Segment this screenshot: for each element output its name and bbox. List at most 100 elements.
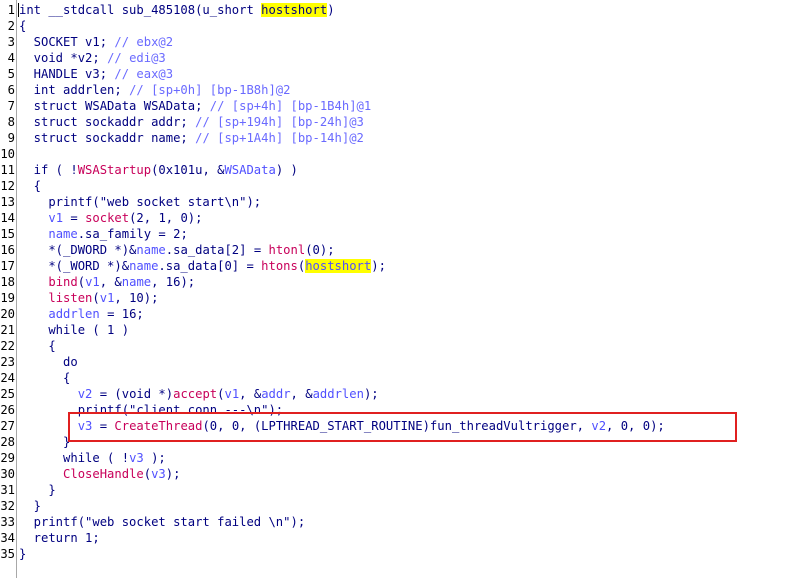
code-line-33[interactable]: 33 printf("web socket start failed \n"); <box>0 514 785 530</box>
line-code: addrlen = 16; <box>19 306 144 322</box>
code-line-35[interactable]: 35} <box>0 546 785 562</box>
code-line-31[interactable]: 31 } <box>0 482 785 498</box>
punct: , & <box>290 387 313 401</box>
code-line-26[interactable]: 26 printf("client conn ---\n"); <box>0 402 785 418</box>
keyword: do <box>19 355 78 369</box>
line-number: 32 <box>0 499 15 513</box>
code-line-4[interactable]: 4 void *v2; // edi@3 <box>0 50 785 66</box>
punct: ); <box>165 467 181 481</box>
variable[interactable]: v3 <box>151 467 166 481</box>
code-line-29[interactable]: 29 while ( !v3 ); <box>0 450 785 466</box>
variable[interactable]: name <box>136 243 165 257</box>
line-code: v2 = (void *)accept(v1, &addr, &addrlen)… <box>19 386 379 402</box>
function-call[interactable]: htonl <box>269 243 306 257</box>
variable[interactable]: WSAData <box>224 163 275 177</box>
function-call[interactable]: socket <box>85 211 129 225</box>
code-line-8[interactable]: 8 struct sockaddr addr; // [sp+194h] [bp… <box>0 114 785 130</box>
function-call[interactable]: accept <box>173 387 217 401</box>
code-line-10[interactable]: 10 <box>0 146 785 162</box>
code-line-2[interactable]: 2{ <box>0 18 785 34</box>
code-line-27[interactable]: 27 v3 = CreateThread(0, 0, (LPTHREAD_STA… <box>0 418 785 434</box>
code-line-12[interactable]: 12 { <box>0 178 785 194</box>
function-call[interactable]: listen <box>48 291 92 305</box>
variable[interactable]: v3 <box>78 419 93 433</box>
line-number: 29 <box>0 451 15 465</box>
comment: // [sp+0h] [bp-1B8h]@2 <box>129 83 291 97</box>
code-line-13[interactable]: 13 printf("web socket start\n"); <box>0 194 785 210</box>
variable[interactable]: v1 <box>85 275 100 289</box>
code-line-21[interactable]: 21 while ( 1 ) <box>0 322 785 338</box>
comment: // [sp+4h] [bp-1B4h]@1 <box>209 99 372 113</box>
brace: } <box>19 499 42 513</box>
code-line-30[interactable]: 30 CloseHandle(v3); <box>0 466 785 482</box>
line-code: CloseHandle(v3); <box>19 466 180 482</box>
code-line-14[interactable]: 14 v1 = socket(2, 1, 0); <box>0 210 785 226</box>
code-line-25[interactable]: 25 v2 = (void *)accept(v1, &addr, &addrl… <box>0 386 785 402</box>
function-call[interactable]: WSAStartup <box>78 163 151 177</box>
variable[interactable]: v1 <box>100 291 115 305</box>
function-call[interactable]: CreateThread <box>114 419 202 433</box>
line-number: 30 <box>0 467 15 481</box>
args: , 16); <box>151 275 196 289</box>
code-line-28[interactable]: 28 } <box>0 434 785 450</box>
statement: printf("web socket start failed \n"); <box>19 515 306 529</box>
code-line-17[interactable]: 17 *(_WORD *)&name.sa_data[0] = htons(ho… <box>0 258 785 274</box>
variable[interactable]: name <box>122 275 151 289</box>
punct: ); <box>363 387 379 401</box>
pseudocode-view[interactable]: 1 int __stdcall sub_485108(u_short hostsh… <box>0 0 785 578</box>
code-line-15[interactable]: 15 name.sa_family = 2; <box>0 226 785 242</box>
line-code: struct WSAData WSAData; // [sp+4h] [bp-1… <box>19 98 372 114</box>
function-call[interactable]: bind <box>48 275 77 289</box>
variable[interactable]: v1 <box>48 211 63 225</box>
code-line-9[interactable]: 9 struct sockaddr name; // [sp+1A4h] [bp… <box>0 130 785 146</box>
variable[interactable]: v2 <box>591 419 606 433</box>
line-number: 27 <box>0 419 15 433</box>
statement: printf("client conn ---\n"); <box>19 403 284 417</box>
code-line-7[interactable]: 7 struct WSAData WSAData; // [sp+4h] [bp… <box>0 98 785 114</box>
code-line-19[interactable]: 19 listen(v1, 10); <box>0 290 785 306</box>
code-line-1[interactable]: 1 int __stdcall sub_485108(u_short hostsh… <box>0 2 785 18</box>
code-line-18[interactable]: 18 bind(v1, &name, 16); <box>0 274 785 290</box>
code-line-3[interactable]: 3 SOCKET v1; // ebx@2 <box>0 34 785 50</box>
args: (0); <box>305 243 335 257</box>
line-code: printf("web socket start failed \n"); <box>19 514 306 530</box>
variable[interactable]: v2 <box>78 387 93 401</box>
code-line-34[interactable]: 34 return 1; <box>0 530 785 546</box>
args: , 10); <box>114 291 159 305</box>
line-number: 11 <box>0 163 15 177</box>
variable[interactable]: addr <box>261 387 290 401</box>
function-call[interactable]: htons <box>261 259 298 273</box>
line-number: 8 <box>7 115 15 129</box>
line-number: 35 <box>0 547 15 561</box>
line-code: { <box>19 338 55 354</box>
variable[interactable]: name <box>129 259 158 273</box>
text-cursor <box>18 3 19 17</box>
line-code: listen(v1, 10); <box>19 290 158 306</box>
variable[interactable]: addrlen <box>313 387 364 401</box>
variable[interactable]: v3 <box>129 451 144 465</box>
line-code: struct sockaddr name; // [sp+1A4h] [bp-1… <box>19 130 364 146</box>
variable[interactable]: v1 <box>224 387 239 401</box>
highlighted-param[interactable]: hostshort <box>305 259 372 273</box>
variable[interactable]: addrlen <box>48 307 99 321</box>
punct: ( <box>92 291 100 305</box>
code-line-5[interactable]: 5 HANDLE v3; // eax@3 <box>0 66 785 82</box>
code-line-20[interactable]: 20 addrlen = 16; <box>0 306 785 322</box>
code-line-16[interactable]: 16 *(_DWORD *)&name.sa_data[2] = htonl(0… <box>0 242 785 258</box>
function-call[interactable]: CloseHandle <box>63 467 144 481</box>
decl: HANDLE v3; <box>19 67 115 81</box>
brace: } <box>19 435 71 449</box>
variable[interactable]: name <box>48 227 77 241</box>
code-line-23[interactable]: 23 do <box>0 354 785 370</box>
statement: = 16; <box>99 307 144 321</box>
code-line-22[interactable]: 22 { <box>0 338 785 354</box>
code-line-6[interactable]: 6 int addrlen; // [sp+0h] [bp-1B8h]@2 <box>0 82 785 98</box>
code-line-32[interactable]: 32 } <box>0 498 785 514</box>
code-line-11[interactable]: 11 if ( !WSAStartup(0x101u, &WSAData) ) <box>0 162 785 178</box>
code-line-24[interactable]: 24 { <box>0 370 785 386</box>
line-code: int __stdcall sub_485108(u_short hostsho… <box>19 2 335 18</box>
